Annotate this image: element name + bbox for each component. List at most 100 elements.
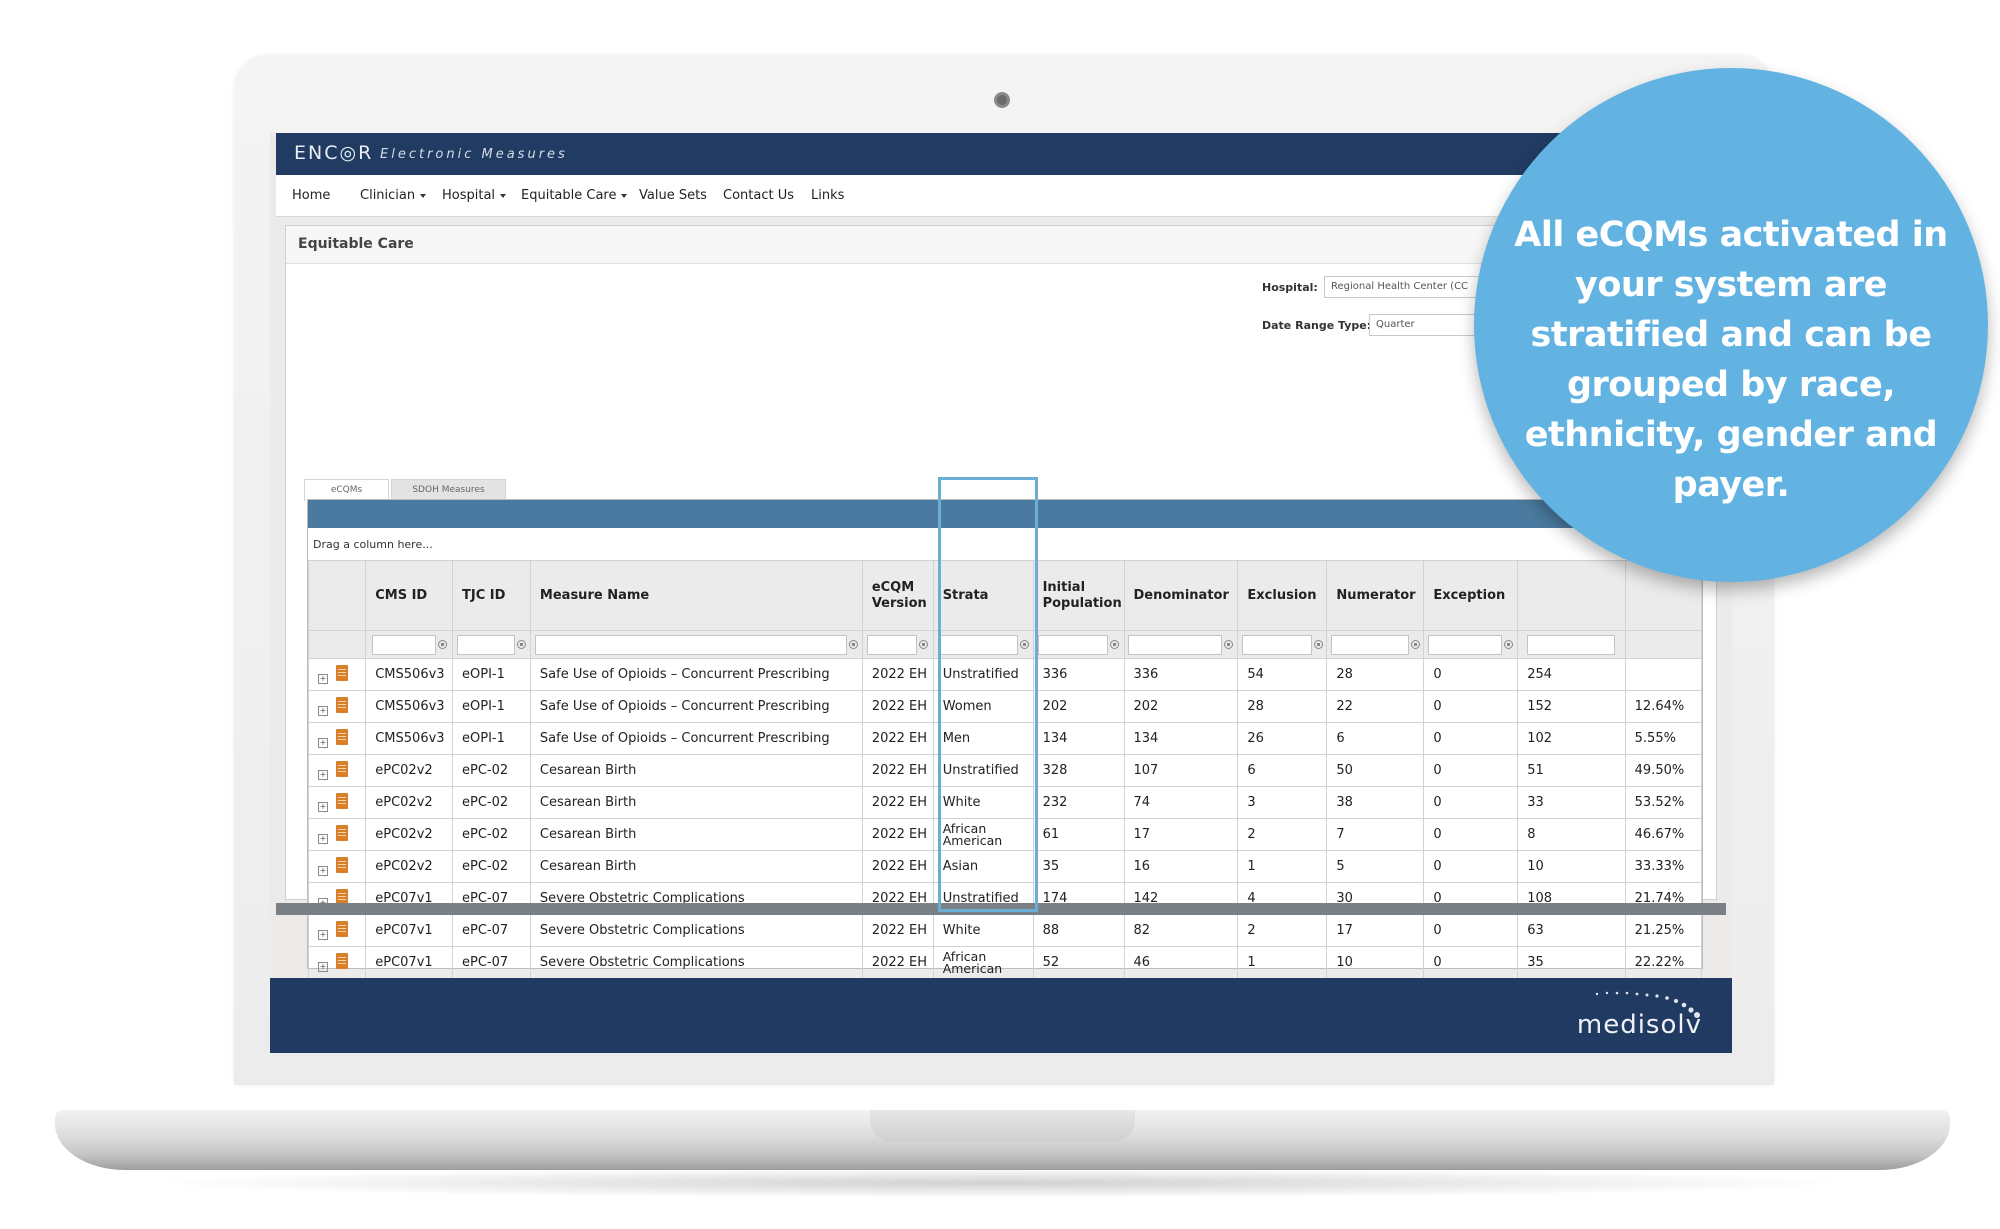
cell-col-12: 21.25% [1624, 914, 1703, 947]
filter-input-exception[interactable] [1428, 634, 1503, 655]
expand-icon[interactable]: + [318, 673, 328, 684]
cell-initial-population: 328 [1032, 754, 1125, 787]
document-icon[interactable] [336, 664, 349, 681]
document-icon[interactable] [336, 824, 349, 841]
cell-tjc-id: ePC-02 [452, 850, 531, 883]
nav-home[interactable]: Home [292, 188, 330, 203]
filter-icon[interactable] [516, 640, 526, 649]
expand-icon[interactable]: + [318, 801, 328, 812]
cell-ecqm-version: 2022 EH [861, 914, 934, 947]
cell-cms-id: ePC02v2 [365, 818, 454, 851]
cell-denominator: 336 [1123, 658, 1239, 691]
tab-sdoh-measures[interactable]: SDOH Measures [391, 479, 506, 501]
filter-input-ecqm-version[interactable] [867, 634, 918, 655]
column-header-initial-population[interactable]: Initial Population [1032, 560, 1125, 631]
nav-links[interactable]: Links [811, 188, 844, 203]
column-header-exception[interactable]: Exception [1423, 560, 1519, 631]
filter-icon[interactable] [1110, 640, 1120, 649]
filter-input-tjc-id[interactable] [456, 634, 515, 655]
document-icon[interactable] [336, 952, 349, 969]
cell-col-12: 49.50% [1624, 754, 1703, 787]
app-subtitle: Electronic Measures [380, 147, 568, 162]
filter-icon[interactable] [1313, 640, 1323, 649]
cell-tjc-id: ePC-07 [452, 946, 531, 979]
column-header-measure-name[interactable]: Measure Name [529, 560, 863, 631]
expand-icon[interactable]: + [318, 865, 328, 876]
cell-measure-name: Cesarean Birth [529, 786, 863, 819]
filter-input-initial-population[interactable] [1038, 634, 1109, 655]
expand-icon[interactable]: + [318, 833, 328, 844]
expand-icon[interactable]: + [318, 705, 328, 716]
cell-tjc-id: ePC-02 [452, 818, 531, 851]
document-icon[interactable] [336, 792, 349, 809]
nav-clinician[interactable]: Clinician [360, 188, 427, 203]
cell-numerator: 6 [1326, 722, 1425, 755]
expand-icon[interactable]: + [318, 769, 328, 780]
cell-denominator: 134 [1123, 722, 1239, 755]
filter-icon[interactable] [1224, 640, 1234, 649]
cell-ecqm-version: 2022 EH [861, 786, 934, 819]
laptop-notch [870, 1110, 1135, 1142]
column-header-strata[interactable]: Strata [932, 560, 1034, 631]
filter-input-measure-name[interactable] [534, 634, 847, 655]
table-row[interactable]: + CMS506v3 eOPI-1 Safe Use of Opioids – … [307, 658, 1703, 691]
filter-icon[interactable] [1019, 640, 1029, 649]
table-row[interactable]: + ePC02v2 ePC-02 Cesarean Birth 2022 EH … [307, 786, 1703, 819]
filter-icon[interactable] [848, 640, 858, 649]
filter-input-denominator[interactable] [1128, 634, 1223, 655]
document-icon[interactable] [336, 728, 349, 745]
expand-icon[interactable]: + [318, 929, 328, 940]
table-row[interactable]: + ePC07v1 ePC-07 Severe Obstetric Compli… [307, 914, 1703, 947]
cell-exclusion: 2 [1237, 818, 1328, 851]
filter-icon[interactable] [1410, 640, 1420, 649]
filter-input-cms-id[interactable] [371, 634, 436, 655]
table-row[interactable]: + ePC07v1 ePC-07 Severe Obstetric Compli… [307, 946, 1703, 979]
filter-icon[interactable] [437, 640, 447, 649]
document-icon[interactable] [336, 760, 349, 777]
cell-ecqm-version: 2022 EH [861, 754, 934, 787]
expand-icon[interactable]: + [318, 961, 328, 972]
cell-cms-id: ePC02v2 [365, 786, 454, 819]
document-icon[interactable] [336, 920, 349, 937]
filter-input-numerator[interactable] [1330, 634, 1409, 655]
cell-ecqm-version: 2022 EH [861, 658, 934, 691]
table-row[interactable]: + ePC02v2 ePC-02 Cesarean Birth 2022 EH … [307, 850, 1703, 883]
column-header-denominator[interactable]: Denominator [1123, 560, 1239, 631]
column-header-exclusion[interactable]: Exclusion [1237, 560, 1328, 631]
cell-strata: White [932, 786, 1034, 819]
cell-strata: African American [932, 946, 1034, 979]
cell-col-11: 63 [1517, 914, 1626, 947]
cell-numerator: 10 [1326, 946, 1425, 979]
cell-initial-population: 61 [1032, 818, 1125, 851]
filter-input-11[interactable] [1527, 634, 1616, 655]
group-drop-zone[interactable]: Drag a column here... [313, 538, 433, 551]
table-row[interactable]: + ePC02v2 ePC-02 Cesarean Birth 2022 EH … [307, 754, 1703, 787]
nav-value-sets[interactable]: Value Sets [639, 188, 707, 203]
cell-numerator: 5 [1326, 850, 1425, 883]
column-header-ecqm-version[interactable]: eCQM Version [861, 560, 934, 631]
nav-equitable-care[interactable]: Equitable Care [521, 188, 628, 203]
filter-input-strata[interactable] [937, 634, 1018, 655]
filter-input-exclusion[interactable] [1241, 634, 1312, 655]
tab-ecqms[interactable]: eCQMs [304, 479, 389, 501]
nav-contact-us[interactable]: Contact Us [723, 188, 794, 203]
document-icon[interactable] [336, 856, 349, 873]
column-header-numerator[interactable]: Numerator [1326, 560, 1425, 631]
table-row[interactable]: + ePC02v2 ePC-02 Cesarean Birth 2022 EH … [307, 818, 1703, 851]
cell-exception: 0 [1423, 818, 1519, 851]
filter-icon[interactable] [1504, 640, 1514, 649]
filter-icon[interactable] [919, 640, 929, 649]
cell-cms-id: ePC07v1 [365, 946, 454, 979]
column-header-tjc-id[interactable]: TJC ID [452, 560, 531, 631]
cell-numerator: 38 [1326, 786, 1425, 819]
column-header-11[interactable] [1517, 560, 1626, 631]
cell-denominator: 107 [1123, 754, 1239, 787]
cell-col-12 [1624, 658, 1703, 691]
document-icon[interactable] [336, 696, 349, 713]
table-row[interactable]: + CMS506v3 eOPI-1 Safe Use of Opioids – … [307, 690, 1703, 723]
table-row[interactable]: + CMS506v3 eOPI-1 Safe Use of Opioids – … [307, 722, 1703, 755]
expand-icon[interactable]: + [318, 737, 328, 748]
nav-hospital[interactable]: Hospital [442, 188, 507, 203]
column-header-cms-id[interactable]: CMS ID [365, 560, 454, 631]
cell-initial-population: 232 [1032, 786, 1125, 819]
